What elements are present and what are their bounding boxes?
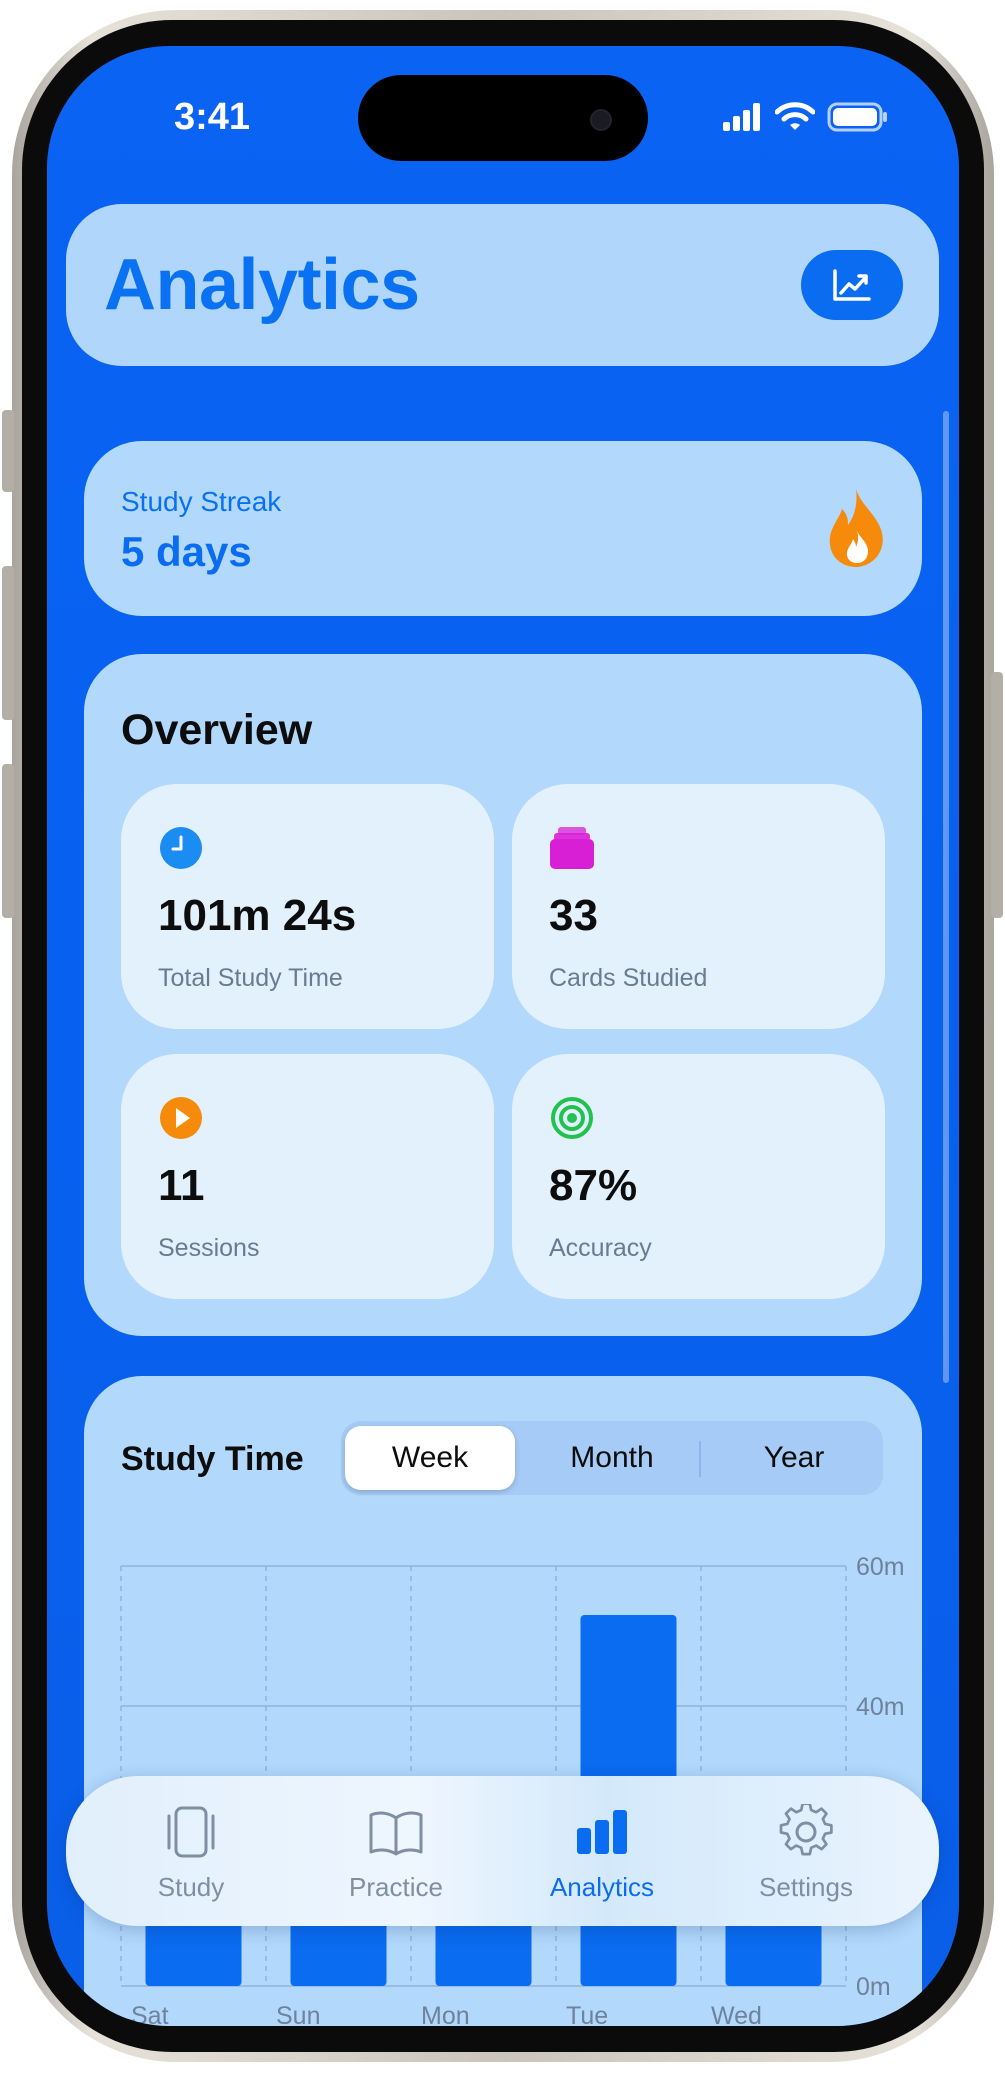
x-tick-label: Wed bbox=[711, 2002, 762, 2026]
tab-settings[interactable]: Settings bbox=[706, 1776, 906, 1926]
tab-practice[interactable]: Practice bbox=[296, 1776, 496, 1926]
tab-label: Practice bbox=[349, 1872, 443, 1902]
x-tick-label: Mon bbox=[421, 2002, 470, 2026]
volume-up-button bbox=[2, 566, 14, 720]
chart-line-icon bbox=[833, 269, 871, 301]
y-tick-label: 60m bbox=[856, 1553, 905, 1581]
cards-icon bbox=[167, 1806, 215, 1858]
tab-study[interactable]: Study bbox=[91, 1776, 291, 1926]
study-time-title: Study Time bbox=[121, 1440, 304, 1478]
stat-label: Accuracy bbox=[549, 1234, 652, 1262]
study-streak-card: Study Streak 5 days bbox=[84, 441, 922, 616]
cards-stack-icon bbox=[550, 827, 594, 869]
status-time: 3:41 bbox=[173, 96, 251, 138]
stat-value: 11 bbox=[158, 1161, 205, 1210]
tab-bar: Study Practice Analytics Settings bbox=[66, 1776, 939, 1926]
stat-value: 101m 24s bbox=[158, 891, 357, 940]
camera-icon bbox=[590, 109, 612, 131]
overview-title: Overview bbox=[121, 706, 313, 754]
battery-icon bbox=[827, 102, 887, 132]
streak-value: 5 days bbox=[121, 528, 252, 575]
x-tick-label: Sat bbox=[131, 2002, 169, 2026]
stat-tile-cards-studied[interactable]: 33 Cards Studied bbox=[512, 784, 885, 1029]
bar-chart-icon bbox=[577, 1810, 627, 1854]
x-tick-label: Sun bbox=[276, 2002, 320, 2026]
stat-value: 33 bbox=[549, 891, 598, 940]
stat-tile-total-study-time[interactable]: 101m 24s Total Study Time bbox=[121, 784, 494, 1029]
segment-month[interactable]: Month bbox=[527, 1426, 697, 1490]
flame-icon bbox=[829, 489, 883, 567]
segment-divider bbox=[699, 1441, 701, 1477]
chart-button[interactable] bbox=[801, 250, 903, 320]
page-title: Analytics bbox=[104, 245, 420, 325]
dynamic-island bbox=[358, 75, 648, 161]
action-button bbox=[2, 410, 14, 492]
overview-card: Overview 101m 24s Total Study Time 33 Ca… bbox=[84, 654, 922, 1336]
tab-label: Analytics bbox=[549, 1872, 655, 1902]
target-icon bbox=[551, 1097, 593, 1139]
stat-label: Cards Studied bbox=[549, 964, 708, 992]
clock-icon bbox=[160, 827, 202, 869]
power-button bbox=[991, 672, 1003, 918]
wifi-icon bbox=[775, 102, 815, 130]
screen: 3:41 Analytics Study Streak 5 days Overv… bbox=[47, 46, 959, 2026]
book-icon bbox=[369, 1811, 423, 1856]
segment-year[interactable]: Year bbox=[709, 1426, 879, 1490]
segment-week[interactable]: Week bbox=[345, 1426, 515, 1490]
status-icons bbox=[723, 100, 889, 134]
y-tick-label: 0m bbox=[856, 1973, 891, 2001]
stat-tile-sessions[interactable]: 11 Sessions bbox=[121, 1054, 494, 1299]
gear-icon bbox=[779, 1804, 833, 1856]
volume-down-button bbox=[2, 764, 14, 918]
stat-tile-accuracy[interactable]: 87% Accuracy bbox=[512, 1054, 885, 1299]
tab-analytics[interactable]: Analytics bbox=[502, 1776, 702, 1926]
tab-label: Study bbox=[157, 1872, 225, 1902]
stat-label: Total Study Time bbox=[158, 964, 343, 992]
header: Analytics bbox=[66, 204, 939, 366]
stat-value: 87% bbox=[549, 1161, 638, 1210]
study-time-card: 0m20m40m60mSatSunMonTueWed Study Time We… bbox=[84, 1376, 922, 2026]
streak-label: Study Streak bbox=[121, 486, 282, 517]
y-tick-label: 40m bbox=[856, 1693, 905, 1721]
signal-icon bbox=[723, 103, 760, 131]
x-tick-label: Tue bbox=[566, 2002, 608, 2026]
play-circle-icon bbox=[160, 1097, 202, 1139]
stat-label: Sessions bbox=[158, 1234, 260, 1262]
scroll-indicator[interactable] bbox=[943, 411, 949, 1383]
period-segmented-control: Week Month Year bbox=[341, 1421, 883, 1495]
tab-label: Settings bbox=[759, 1872, 853, 1902]
